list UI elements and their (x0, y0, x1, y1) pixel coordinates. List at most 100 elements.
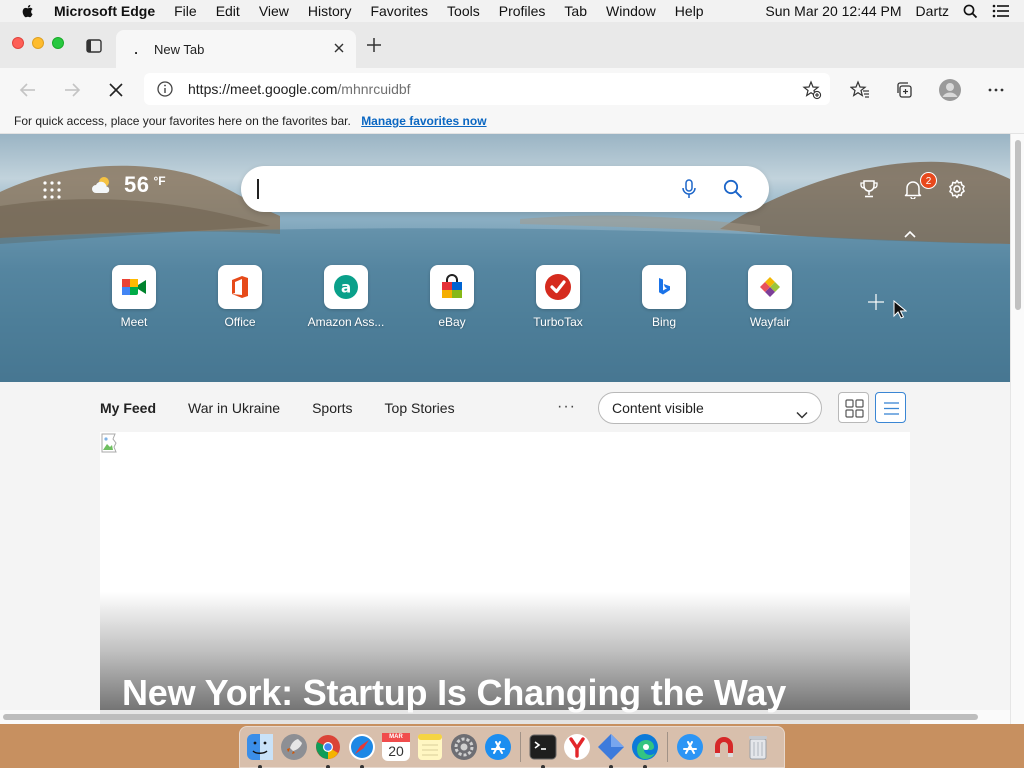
horizontal-scroll-thumb[interactable] (3, 714, 978, 720)
dock-separator (520, 732, 521, 762)
feed-more-ellipsis-icon[interactable]: ··· (557, 398, 577, 418)
quick-link-turbotax[interactable]: TurboTax (513, 265, 603, 329)
safari-compass-icon[interactable] (348, 733, 376, 768)
weather-unit: °F (153, 174, 166, 188)
settings-more-icon[interactable] (986, 80, 1006, 100)
menubar-user[interactable]: Dartz (916, 3, 949, 19)
trash-icon[interactable] (744, 733, 772, 761)
list-layout-button[interactable] (875, 392, 906, 423)
favorites-bar-hint: For quick access, place your favorites h… (14, 114, 351, 128)
calendar-icon[interactable]: MAR 20 (382, 733, 410, 761)
quick-link-wayfair[interactable]: Wayfair (725, 265, 815, 329)
menu-file[interactable]: File (174, 3, 197, 19)
news-feed: My Feed War in Ukraine Sports Top Storie… (0, 382, 1010, 724)
quick-link-bing[interactable]: Bing (619, 265, 709, 329)
feed-tab-my-feed[interactable]: My Feed (100, 400, 156, 416)
edge-icon[interactable] (631, 733, 659, 768)
tab-title: New Tab (154, 41, 205, 57)
manage-favorites-link[interactable]: Manage favorites now (361, 114, 486, 128)
vertical-scrollbar[interactable] (1010, 134, 1024, 724)
macos-dock: MAR 20 (239, 726, 785, 768)
quick-link-ebay[interactable]: eBay (407, 265, 497, 329)
weather-temperature: 56 (124, 172, 150, 197)
bing-logo-icon (642, 265, 686, 309)
new-tab-plus-icon[interactable] (366, 37, 382, 53)
weather-widget[interactable]: 56 °F (90, 172, 166, 198)
page-settings-gear-icon[interactable] (947, 179, 967, 199)
minimize-window-button[interactable] (32, 37, 44, 49)
quick-link-label: Amazon Ass... (307, 315, 385, 329)
quick-link-office[interactable]: Office (195, 265, 285, 329)
tab-favicon: . (134, 41, 138, 57)
list-layout-icon (884, 402, 899, 415)
back-arrow-icon[interactable] (18, 80, 38, 100)
menu-profiles[interactable]: Profiles (499, 3, 546, 19)
system-preferences-gear-icon[interactable] (450, 733, 478, 761)
stop-loading-icon[interactable] (106, 80, 126, 100)
spotlight-search-icon[interactable] (963, 4, 978, 19)
feed-tab-top-stories[interactable]: Top Stories (385, 400, 455, 416)
news-card[interactable]: New York: Startup Is Changing the Way (100, 432, 910, 724)
chrome-icon[interactable] (314, 733, 342, 768)
menu-help[interactable]: Help (675, 3, 704, 19)
launchpad-rocket-icon[interactable] (280, 733, 308, 761)
browser-toolbar: https://meet.google.com/mhnrcuidbf (0, 68, 1024, 112)
browser-window: . New Tab https://meet.google.com/mhnrcu… (0, 22, 1024, 724)
search-icon[interactable] (723, 179, 743, 199)
collapse-chevron-up-icon[interactable] (902, 226, 918, 242)
app-store-downloads-icon[interactable] (676, 733, 704, 761)
grid-layout-icon (845, 399, 864, 418)
voice-search-mic-icon[interactable] (681, 179, 697, 199)
collections-icon[interactable] (894, 80, 914, 100)
menu-favorites[interactable]: Favorites (370, 3, 428, 19)
svg-text:a: a (341, 279, 351, 297)
quick-link-label: Office (224, 315, 256, 329)
apple-menu-icon[interactable] (20, 3, 36, 19)
menu-edit[interactable]: Edit (216, 3, 240, 19)
address-bar[interactable]: https://meet.google.com/mhnrcuidbf (144, 73, 830, 105)
rewards-trophy-icon[interactable] (859, 179, 879, 199)
content-visibility-select[interactable]: Content visible (598, 392, 822, 424)
finder-icon[interactable] (246, 733, 274, 768)
menu-tools[interactable]: Tools (447, 3, 480, 19)
feed-tab-war-in-ukraine[interactable]: War in Ukraine (188, 400, 280, 416)
site-info-icon[interactable] (156, 80, 174, 98)
menubar-datetime[interactable]: Sun Mar 20 12:44 PM (765, 3, 901, 19)
close-window-button[interactable] (12, 37, 24, 49)
feed-tab-sports[interactable]: Sports (312, 400, 352, 416)
blue-diamond-app-icon[interactable] (597, 733, 625, 768)
menu-app-name[interactable]: Microsoft Edge (54, 3, 155, 19)
tab-new-tab[interactable]: . New Tab (116, 30, 356, 68)
yandex-browser-icon[interactable] (563, 733, 591, 761)
control-center-icon[interactable] (992, 4, 1010, 18)
mouse-pointer-icon (893, 299, 908, 320)
terminal-icon[interactable] (529, 733, 557, 768)
url-path: /mhnrcuidbf (337, 81, 411, 97)
menu-tab[interactable]: Tab (564, 3, 587, 19)
zoom-window-button[interactable] (52, 37, 64, 49)
apps-launcher-icon[interactable] (42, 180, 62, 200)
add-favorite-star-icon[interactable] (802, 80, 822, 100)
web-search-input[interactable] (241, 166, 769, 212)
menu-window[interactable]: Window (606, 3, 656, 19)
forward-arrow-icon[interactable] (62, 80, 82, 100)
tab-actions-icon[interactable] (84, 36, 104, 56)
menu-history[interactable]: History (308, 3, 352, 19)
quick-link-meet[interactable]: Meet (89, 265, 179, 329)
notes-icon[interactable] (416, 733, 444, 761)
app-store-icon[interactable] (484, 733, 512, 761)
menu-view[interactable]: View (259, 3, 289, 19)
favorites-bar: For quick access, place your favorites h… (0, 112, 1024, 134)
profile-avatar[interactable] (938, 78, 962, 102)
horizontal-scrollbar[interactable] (0, 710, 1010, 724)
wayfair-logo-icon (748, 265, 792, 309)
magnet-icon[interactable] (710, 733, 738, 761)
add-quick-link-plus-icon[interactable] (866, 292, 886, 312)
grid-layout-button[interactable] (838, 392, 869, 423)
favorites-icon[interactable] (849, 80, 870, 100)
tab-close-icon[interactable] (332, 41, 346, 55)
dock-separator (667, 732, 668, 762)
news-headline[interactable]: New York: Startup Is Changing the Way (122, 672, 786, 714)
vertical-scroll-thumb[interactable] (1015, 140, 1021, 310)
quick-link-amazon-assistant[interactable]: a Amazon Ass... (301, 265, 391, 329)
